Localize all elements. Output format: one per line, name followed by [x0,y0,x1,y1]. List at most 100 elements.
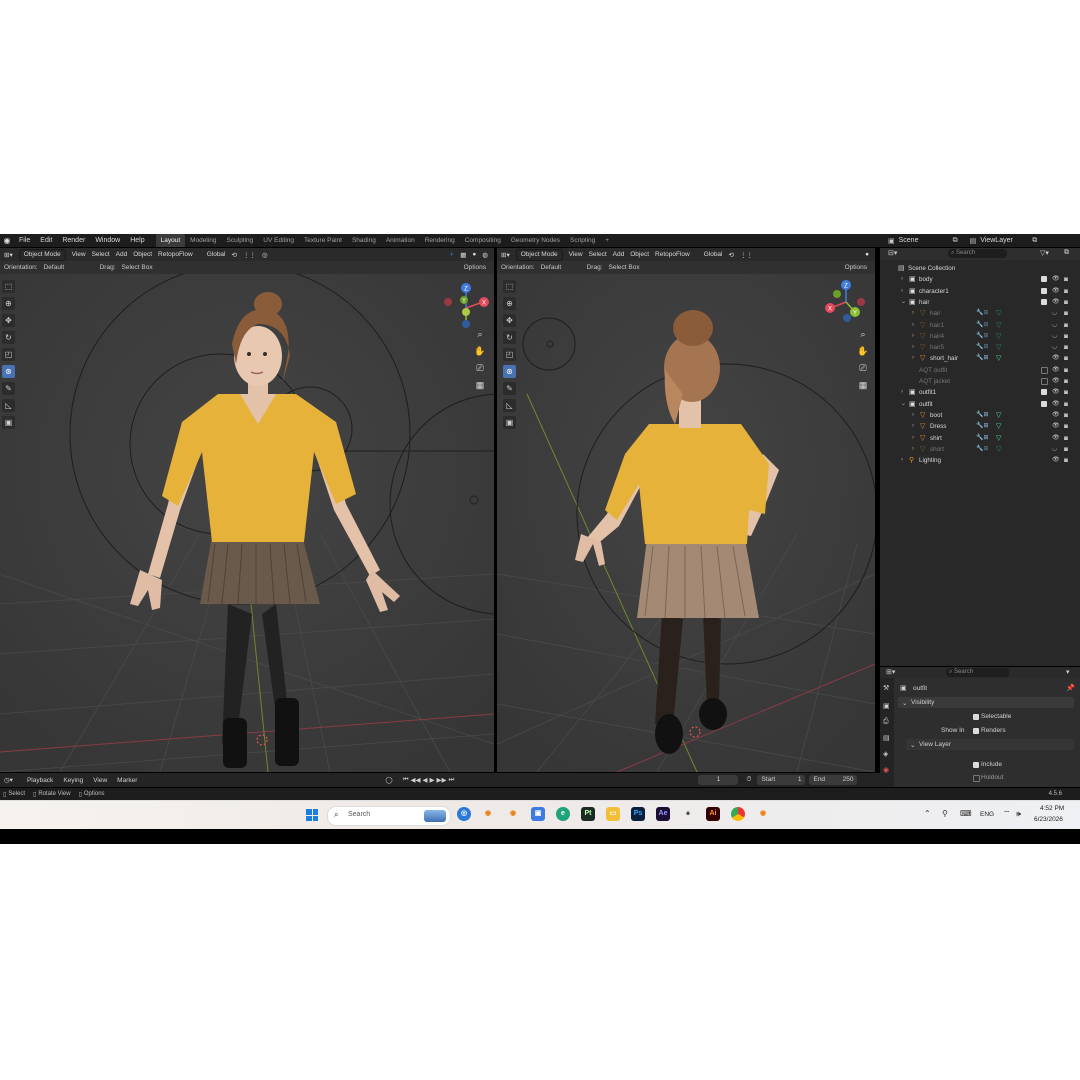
pan-hand-icon[interactable]: ✋ [474,345,486,357]
network-tray-icon[interactable]: ⚲ [942,809,948,818]
drag-dropdown[interactable]: Select Box [609,264,640,271]
filter-icon[interactable]: ▽▾ [1040,249,1049,257]
menu-retopoflow[interactable]: RetopoFlow [655,251,690,258]
expand-chevron-icon[interactable]: › [912,410,914,421]
selectable-checkbox[interactable] [973,714,979,720]
mesh-data-icon[interactable]: ▽ [996,433,1001,444]
expand-chevron-icon[interactable]: › [901,387,903,398]
expand-chevron-icon[interactable]: › [901,455,903,466]
annotate-tool[interactable]: ✎ [2,382,15,395]
blender-logo-icon[interactable]: ◉ [0,236,14,245]
outliner-row[interactable]: › ▽ Dress 🔧⊞ ▽ 👁 ◙ [880,421,1080,432]
menu-window[interactable]: Window [90,237,125,244]
render-camera-icon[interactable]: ◙ [1064,308,1068,319]
render-camera-icon[interactable]: ◙ [1064,376,1068,387]
outliner-row[interactable]: ⌄ ▣ outfit 👁 ◙ [880,399,1080,410]
zoom-icon[interactable]: ⌕ [857,328,869,340]
play-reverse-icon[interactable]: ◀ [423,776,428,784]
measure-tool[interactable]: ◺ [2,399,15,412]
annotate-tool[interactable]: ✎ [503,382,516,395]
visibility-eye-icon[interactable]: 👁 [1052,297,1060,308]
outliner-row[interactable]: › ▽ hair 🔧⊞ ▽ ◡ ◙ [880,308,1080,319]
visibility-eye-icon[interactable]: ◡ [1052,308,1057,319]
snap-icon[interactable]: ⋮⋮ [740,251,753,259]
outliner-row[interactable]: › ▽ short_hair 🔧⊞ ▽ 👁 ◙ [880,353,1080,364]
visibility-eye-icon[interactable]: 👁 [1052,365,1060,376]
view-layer-subpanel-header[interactable]: ⌄ View Layer [906,739,1074,750]
visibility-eye-icon[interactable]: ◡ [1052,342,1057,353]
editor-type-icon[interactable]: ⊞▾ [4,251,13,259]
tab-geometry-nodes[interactable]: Geometry Nodes [506,234,565,247]
mesh-data-icon[interactable]: ▽ [996,308,1001,319]
modifier-icon[interactable]: 🔧⊞ [976,444,989,455]
perspective-grid-icon[interactable]: ▦ [474,379,486,391]
modifier-icon[interactable]: 🔧⊞ [976,342,989,353]
menu-retopoflow[interactable]: RetopoFlow [158,251,193,258]
outliner-row[interactable]: › ⚲ Lighting 👁 ◙ [880,455,1080,466]
outliner-row[interactable]: › ▽ short 🔧⊞ ▽ ◡ ◙ [880,444,1080,455]
edge-icon[interactable]: e [556,807,570,821]
view-layer-tab-icon[interactable]: ▤ [883,734,890,742]
outliner-row[interactable]: › ▽ shirt 🔧⊞ ▽ 👁 ◙ [880,433,1080,444]
zbrush-icon[interactable]: ⚹ [681,807,695,821]
render-camera-icon[interactable]: ◙ [1064,365,1068,376]
outliner-row[interactable]: AQT outfit 👁 ◙ [880,365,1080,376]
new-view-layer-icon[interactable]: ⧉ [1032,237,1037,245]
tab-shading[interactable]: Shading [347,234,381,247]
cursor-tool[interactable]: ⊕ [503,297,516,310]
menu-add[interactable]: Add [613,251,625,258]
shading-solid-icon[interactable]: ● [865,251,869,258]
add-workspace-button[interactable]: + [600,234,614,247]
menu-view[interactable]: View [72,251,86,258]
modifier-icon[interactable]: 🔧⊞ [976,331,989,342]
viewport-back[interactable]: ⊞▾ Object Mode View Select Add Object Re… [497,248,875,772]
renders-checkbox[interactable] [973,728,979,734]
mesh-data-icon[interactable]: ▽ [996,353,1001,364]
expand-chevron-icon[interactable]: ⌄ [901,297,906,308]
properties-options-icon[interactable]: ▾ [1066,668,1070,676]
mode-dropdown[interactable]: Object Mode [18,248,66,261]
include-checkbox[interactable] [973,762,979,768]
outliner-row[interactable]: › ▽ hair5 🔧⊞ ▽ ◡ ◙ [880,342,1080,353]
options-dropdown[interactable]: Options [845,264,867,271]
jump-start-icon[interactable]: ⏮ [403,776,409,784]
after-effects-icon[interactable]: Ae [656,807,670,821]
next-keyframe-icon[interactable]: ▶▶ [437,776,447,784]
tab-uv-editing[interactable]: UV Editing [258,234,299,247]
render-camera-icon[interactable]: ◙ [1064,455,1068,466]
expand-chevron-icon[interactable]: › [912,320,914,331]
start-menu-icon[interactable] [306,809,318,821]
rotate-tool[interactable]: ↻ [503,331,516,344]
holdout-checkbox[interactable] [973,775,980,782]
mesh-data-icon[interactable]: ▽ [996,320,1001,331]
prev-keyframe-icon[interactable]: ◀◀ [411,776,421,784]
add-cube-tool[interactable]: ▣ [2,416,15,429]
expand-chevron-icon[interactable]: › [912,433,914,444]
modifier-icon[interactable]: 🔧⊞ [976,320,989,331]
wifi-icon[interactable]: ⌔ [1003,809,1011,819]
show-hidden-icons-chevron[interactable]: ⌃ [924,809,931,818]
substance-painter-icon[interactable]: Pt [581,807,595,821]
outliner-row[interactable]: › ▽ boot 🔧⊞ ▽ 👁 ◙ [880,410,1080,421]
render-camera-icon[interactable]: ◙ [1064,353,1068,364]
modifier-icon[interactable]: 🔧⊞ [976,421,989,432]
tab-sculpting[interactable]: Sculpting [222,234,259,247]
outliner-row[interactable]: ▤ Scene Collection [880,263,1080,274]
visibility-eye-icon[interactable]: ◡ [1052,444,1057,455]
expand-chevron-icon[interactable]: › [901,286,903,297]
select-box-tool[interactable]: ⬚ [503,280,516,293]
expand-chevron-icon[interactable]: › [912,342,914,353]
timeline-editor-icon[interactable]: ◷▾ [4,776,13,784]
transform-tool[interactable]: ⊛ [503,365,516,378]
store-icon[interactable]: ▣ [531,807,545,821]
visibility-eye-icon[interactable]: 👁 [1052,387,1060,398]
render-camera-icon[interactable]: ◙ [1064,410,1068,421]
jump-end-icon[interactable]: ⏭ [449,776,455,784]
tab-rendering[interactable]: Rendering [420,234,460,247]
visibility-eye-icon[interactable]: 👁 [1052,376,1060,387]
viewport-front[interactable]: ⊞▾ Object Mode View Select Add Object Re… [0,248,494,772]
expand-chevron-icon[interactable]: › [912,353,914,364]
modifier-icon[interactable]: 🔧⊞ [976,433,989,444]
outliner-row[interactable]: › ▣ character1 👁 ◙ [880,286,1080,297]
render-camera-icon[interactable]: ◙ [1064,433,1068,444]
